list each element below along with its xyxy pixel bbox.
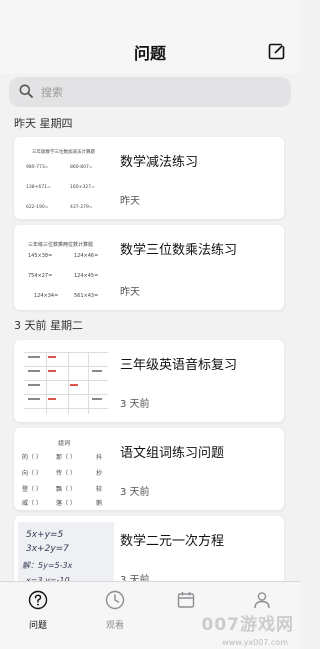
thumb-row: 较 bbox=[96, 486, 103, 493]
thumb-row: 威（ ） bbox=[22, 500, 42, 507]
thumb-row: 登（ ） bbox=[22, 486, 42, 493]
thumb-heading: 三年级数学三位数加减法计算题 bbox=[32, 150, 95, 155]
thumb-row: 124×46= bbox=[74, 253, 99, 259]
search-input[interactable] bbox=[41, 85, 261, 99]
watermark-logo: 007游戏网 bbox=[201, 615, 294, 635]
clock-icon bbox=[85, 590, 145, 614]
worksheet-thumbnail bbox=[18, 346, 114, 420]
thumb-row: 落（ ） bbox=[56, 500, 76, 507]
thumb-row: 124×34= bbox=[34, 293, 59, 299]
thumb-row: 754×27= bbox=[28, 273, 53, 279]
worksheet-thumbnail: 三年级数学三位数加减法计算题 980-773= 860-807= 138+671… bbox=[18, 143, 114, 217]
question-card[interactable]: 组词 的（ ） 那（ ） 抖 向（ ） 传（ ） 抄 登（ ） 飘（ ） 较 威… bbox=[14, 428, 284, 510]
thumb-row: 鹅 bbox=[96, 500, 103, 507]
tab-label: 问题 bbox=[28, 621, 47, 631]
thumb-row: 860-807= bbox=[70, 165, 93, 170]
thumb-row: 传（ ） bbox=[56, 470, 76, 477]
page-title: 问题 bbox=[133, 44, 166, 63]
card-date: 3 天前 bbox=[120, 487, 150, 498]
thumb-heading: 三年级三位数乘两位数计算题 bbox=[28, 242, 94, 248]
tab-bar: 问题 观看 007游戏网 www.yx007.com bbox=[0, 581, 300, 649]
thumb-row: 145×38= bbox=[28, 253, 53, 259]
thumb-row: 561×43= bbox=[74, 293, 99, 299]
section-header-3-days-ago: 3 天前 星期二 bbox=[14, 319, 83, 332]
card-date: 3 天前 bbox=[120, 399, 150, 410]
question-card[interactable]: 三年级三位数乘两位数计算题 145×38= 124×46= 754×27= 12… bbox=[14, 225, 284, 310]
card-date: 昨天 bbox=[120, 287, 140, 298]
card-title: 三年级英语音标复习 bbox=[120, 358, 238, 373]
thumb-row: 622-190= bbox=[26, 205, 49, 210]
thumb-line: 3x+2y=7 bbox=[26, 544, 69, 554]
compose-icon[interactable] bbox=[268, 42, 286, 60]
thumb-row: 160+327= bbox=[70, 185, 95, 190]
worksheet-thumbnail: 组词 的（ ） 那（ ） 抖 向（ ） 传（ ） 抄 登（ ） 飘（ ） 较 威… bbox=[18, 434, 114, 508]
thumb-row: 向（ ） bbox=[22, 470, 42, 477]
thumb-line: 解：5y=5-3x bbox=[22, 561, 73, 570]
tab-watch[interactable]: 观看 bbox=[85, 590, 145, 631]
thumb-row: 124×45= bbox=[74, 273, 99, 279]
question-card[interactable]: 三年级英语音标复习 3 天前 bbox=[14, 340, 284, 422]
navigation-bar: 问题 bbox=[0, 0, 300, 74]
thumb-line: 5x+y=5 bbox=[26, 530, 64, 540]
thumb-row: 飘（ ） bbox=[56, 486, 76, 493]
search-bar[interactable] bbox=[9, 77, 291, 107]
question-icon bbox=[8, 590, 68, 614]
card-title: 数学二元一次方程 bbox=[120, 534, 225, 549]
worksheet-thumbnail: 三年级三位数乘两位数计算题 145×38= 124×46= 754×27= 12… bbox=[18, 231, 114, 305]
section-header-yesterday: 昨天 星期四 bbox=[14, 117, 73, 130]
card-title: 语文组词练习问题 bbox=[120, 446, 225, 461]
question-card[interactable]: 三年级数学三位数加减法计算题 980-773= 860-807= 138+671… bbox=[14, 137, 284, 219]
tab-questions[interactable]: 问题 bbox=[8, 590, 68, 631]
thumb-row: 那（ ） bbox=[56, 454, 76, 461]
thumb-row: 437-279= bbox=[70, 205, 93, 210]
watermark-url: www.yx007.com bbox=[222, 638, 288, 647]
thumb-row: 抖 bbox=[96, 454, 103, 461]
card-title: 数学减法练习 bbox=[120, 155, 199, 170]
thumb-row: 138+671= bbox=[26, 185, 51, 190]
thumb-row: 的（ ） bbox=[22, 454, 42, 461]
tab-label: 观看 bbox=[105, 621, 124, 631]
thumb-row: 抄 bbox=[96, 470, 103, 477]
search-icon bbox=[19, 83, 33, 102]
card-title: 数学三位数乘法练习 bbox=[120, 243, 238, 258]
thumb-row: 980-773= bbox=[26, 165, 49, 170]
card-date: 昨天 bbox=[120, 196, 140, 207]
thumb-heading: 组词 bbox=[58, 440, 71, 447]
